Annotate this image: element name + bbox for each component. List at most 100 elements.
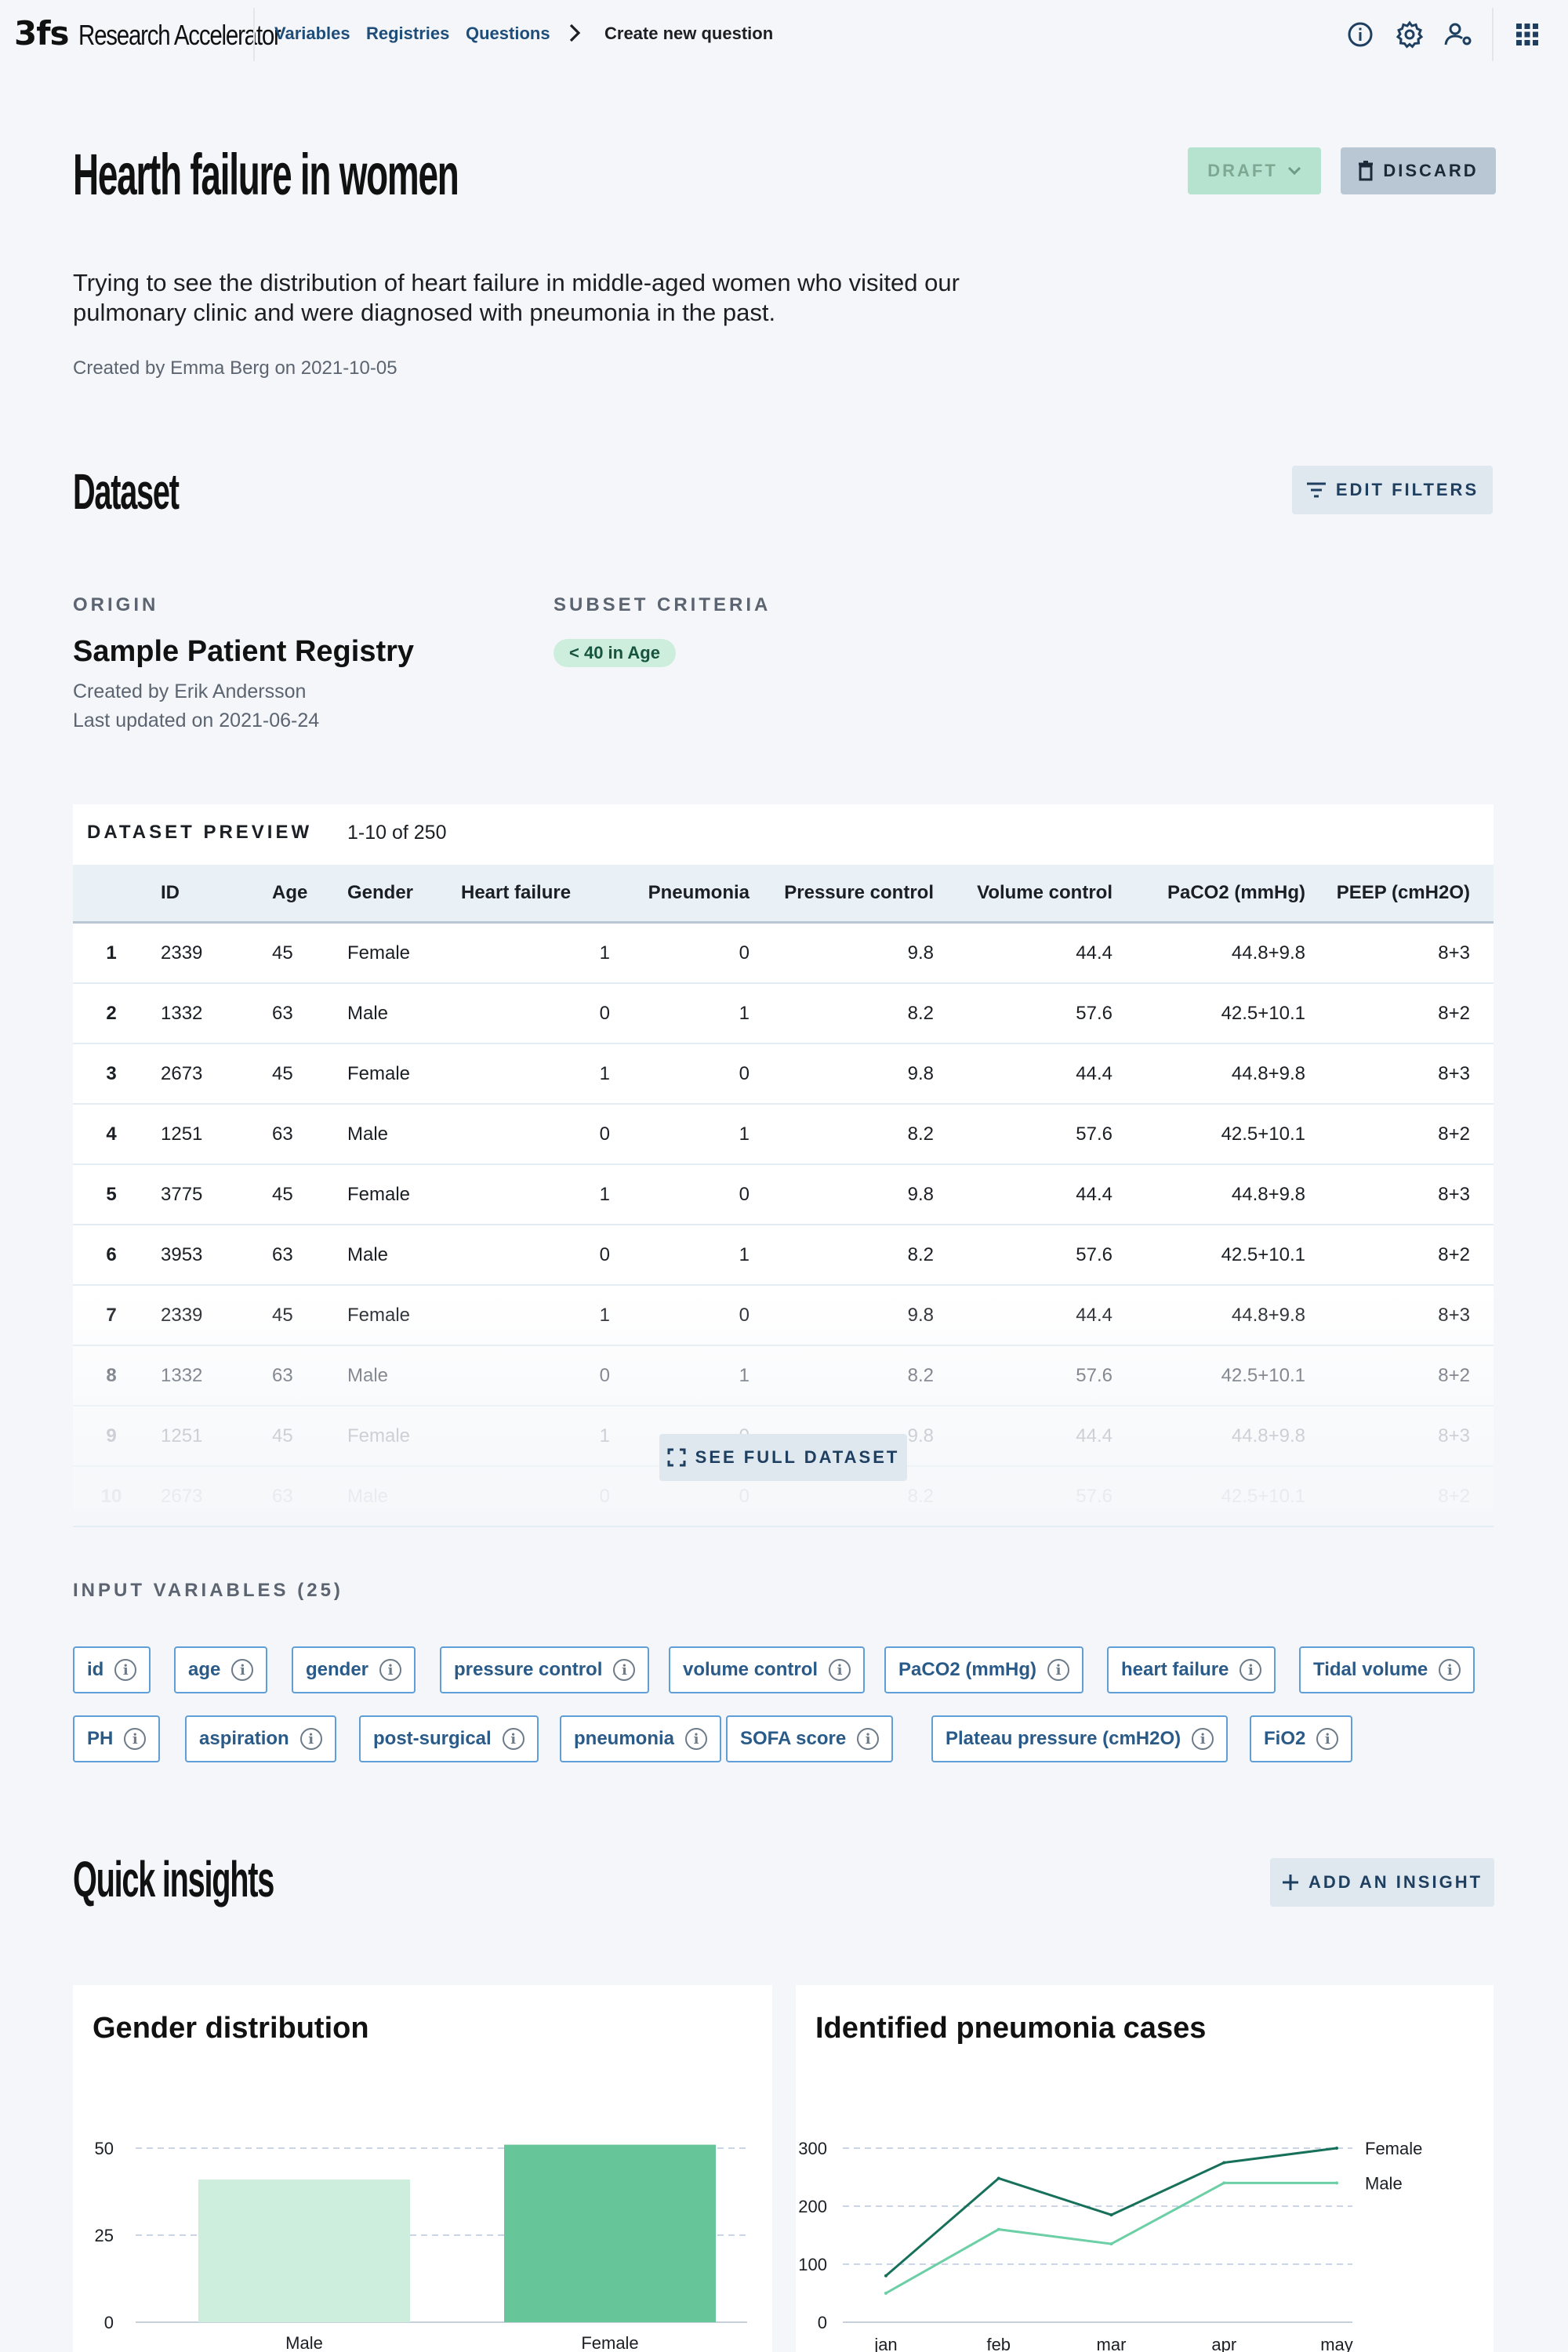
info-icon[interactable]: i [613,1659,636,1681]
info-icon[interactable]: i [231,1659,254,1681]
table-row[interactable]: 3 2673 45 Female 1 0 9.8 44.4 44.8+9.8 8+3 [73,1044,1494,1105]
info-icon[interactable]: i [829,1659,851,1681]
variable-chip[interactable]: age i [174,1646,268,1693]
info-icon[interactable]: i [379,1659,402,1681]
expand-icon [667,1448,686,1467]
variable-chip-label: aspiration [199,1728,289,1749]
variable-chip[interactable]: id i [73,1646,151,1693]
cell-pressure-control: 9.8 [750,922,934,984]
cell-age: 45 [272,1044,347,1105]
info-icon[interactable] [1345,19,1376,50]
apps-grid-icon[interactable] [1512,19,1543,50]
info-icon[interactable]: i [299,1728,322,1750]
variable-chip[interactable]: pressure control i [440,1646,650,1693]
pneumonia-cases-chart: 0 100 200 300 jan feb mar apr may Female Male [798,2139,1422,2352]
table-row[interactable]: 8 1332 63 Male 0 1 8.2 57.6 42.5+10.1 8+2 [73,1345,1494,1406]
info-icon[interactable]: i [1439,1659,1461,1681]
edit-filters-label: EDIT FILTERS [1335,480,1479,499]
variable-chip[interactable]: PaCO2 (mmHg) i [884,1646,1084,1693]
table-row[interactable]: 1 2339 45 Female 1 0 9.8 44.4 44.8+9.8 8+3 [73,922,1494,984]
status-dropdown[interactable]: DRAFT [1188,147,1321,194]
add-insight-button[interactable]: ADD AN INSIGHT [1270,1858,1494,1907]
table-row[interactable]: 4 1251 63 Male 0 1 8.2 57.6 42.5+10.1 8+2 [73,1104,1494,1165]
column-header-gender[interactable]: Gender [347,865,461,924]
data-point-female [884,2274,887,2278]
column-header-volume-control[interactable]: Volume control [934,865,1112,924]
variable-chip[interactable]: pneumonia i [560,1715,722,1762]
origin-name[interactable]: Sample Patient Registry [73,635,414,669]
data-point-female [996,2176,1000,2180]
pneumonia-cases-card[interactable]: Identified pneumonia cases 0 100 200 300 jan… [796,1985,1494,2352]
variable-chip-label: pneumonia [574,1728,675,1749]
info-icon[interactable]: i [502,1728,524,1750]
breadcrumb-chevron-icon [566,22,583,48]
info-icon[interactable]: i [124,1728,147,1750]
column-header-pressure-control[interactable]: Pressure control [750,865,934,924]
variable-chip[interactable]: PH i [73,1715,161,1762]
cell-volume-control: 44.4 [934,1406,1112,1467]
y-tick-label: 200 [798,2197,827,2216]
column-header-heart-failure[interactable]: Heart failure [461,865,610,924]
cell-age: 45 [272,1406,347,1467]
y-tick-label: 25 [95,2226,114,2245]
cell-heart-failure: 0 [461,1466,610,1527]
nav-registries-link[interactable]: Registries [366,24,449,44]
info-icon[interactable]: i [114,1659,137,1681]
cell-pneumonia: 1 [610,1104,750,1165]
info-icon[interactable]: i [857,1728,880,1750]
column-header-id[interactable]: ID [161,865,272,924]
table-row[interactable]: 2 1332 63 Male 0 1 8.2 57.6 42.5+10.1 8+2 [73,983,1494,1044]
gender-distribution-card[interactable]: Gender distribution 0 25 50 Male Female [73,1985,772,2352]
filter-icon [1306,482,1326,498]
gear-icon[interactable] [1394,19,1425,50]
description-line-1: Trying to see the distribution of heart … [73,269,960,296]
info-icon[interactable]: i [685,1728,708,1750]
cell-volume-control: 57.6 [934,1225,1112,1286]
cell-id: 2673 [161,1044,272,1105]
see-full-dataset-button[interactable]: SEE FULL DATASET [659,1434,907,1481]
column-header-age[interactable]: Age [272,865,347,924]
variable-chip[interactable]: gender i [292,1646,416,1693]
table-row[interactable]: 6 3953 63 Male 0 1 8.2 57.6 42.5+10.1 8+2 [73,1225,1494,1286]
nav-questions-link[interactable]: Questions [466,24,550,44]
x-tick-label: feb [986,2335,1011,2352]
variable-chip[interactable]: post-surgical i [359,1715,539,1762]
table-row[interactable]: 5 3775 45 Female 1 0 9.8 44.4 44.8+9.8 8+3 [73,1164,1494,1225]
info-icon[interactable]: i [1316,1728,1339,1750]
column-header-paco2[interactable]: PaCO2 (mmHg) [1112,865,1305,924]
edit-filters-button[interactable]: EDIT FILTERS [1292,466,1493,514]
logo-divider [253,8,255,61]
discard-button[interactable]: DISCARD [1341,147,1496,194]
variable-chip[interactable]: Tidal volume i [1299,1646,1475,1693]
variable-chip[interactable]: volume control i [669,1646,866,1693]
cell-pressure-control: 9.8 [750,1164,934,1225]
y-tick-label: 50 [95,2139,114,2158]
origin-created-by: Created by Erik Andersson [73,681,307,702]
column-header-peep[interactable]: PEEP (cmH2O) [1305,865,1494,924]
table-row[interactable]: 7 2339 45 Female 1 0 9.8 44.4 44.8+9.8 8+3 [73,1285,1494,1346]
cell-peep: 8+2 [1305,1345,1494,1406]
variable-chip[interactable]: FiO2 i [1250,1715,1353,1762]
dataset-preview-label: DATASET PREVIEW [87,822,313,843]
variable-chip[interactable]: heart failure i [1107,1646,1276,1693]
variable-chip[interactable]: aspiration i [185,1715,336,1762]
cell-age: 63 [272,1345,347,1406]
x-tick-label: apr [1211,2335,1236,2352]
info-icon[interactable]: i [1047,1659,1070,1681]
subset-criteria-label: SUBSET CRITERIA [554,594,771,615]
cell-heart-failure: 1 [461,1044,610,1105]
cell-row-index: 4 [73,1104,161,1165]
column-header-pneumonia[interactable]: Pneumonia [610,865,750,924]
info-icon[interactable]: i [1240,1659,1262,1681]
cell-paco2: 42.5+10.1 [1112,1104,1305,1165]
cell-age: 63 [272,1104,347,1165]
y-tick-label: 300 [798,2139,827,2158]
info-icon[interactable]: i [1192,1728,1214,1750]
dataset-preview-range: 1-10 of 250 [347,822,447,844]
cell-pressure-control: 9.8 [750,1044,934,1105]
nav-variables-link[interactable]: Variables [274,24,350,44]
variable-chip[interactable]: SOFA score i [726,1715,894,1762]
variable-chip[interactable]: Plateau pressure (cmH2O) i [931,1715,1229,1762]
user-settings-icon[interactable] [1443,19,1475,50]
data-point-female [1109,2213,1113,2217]
